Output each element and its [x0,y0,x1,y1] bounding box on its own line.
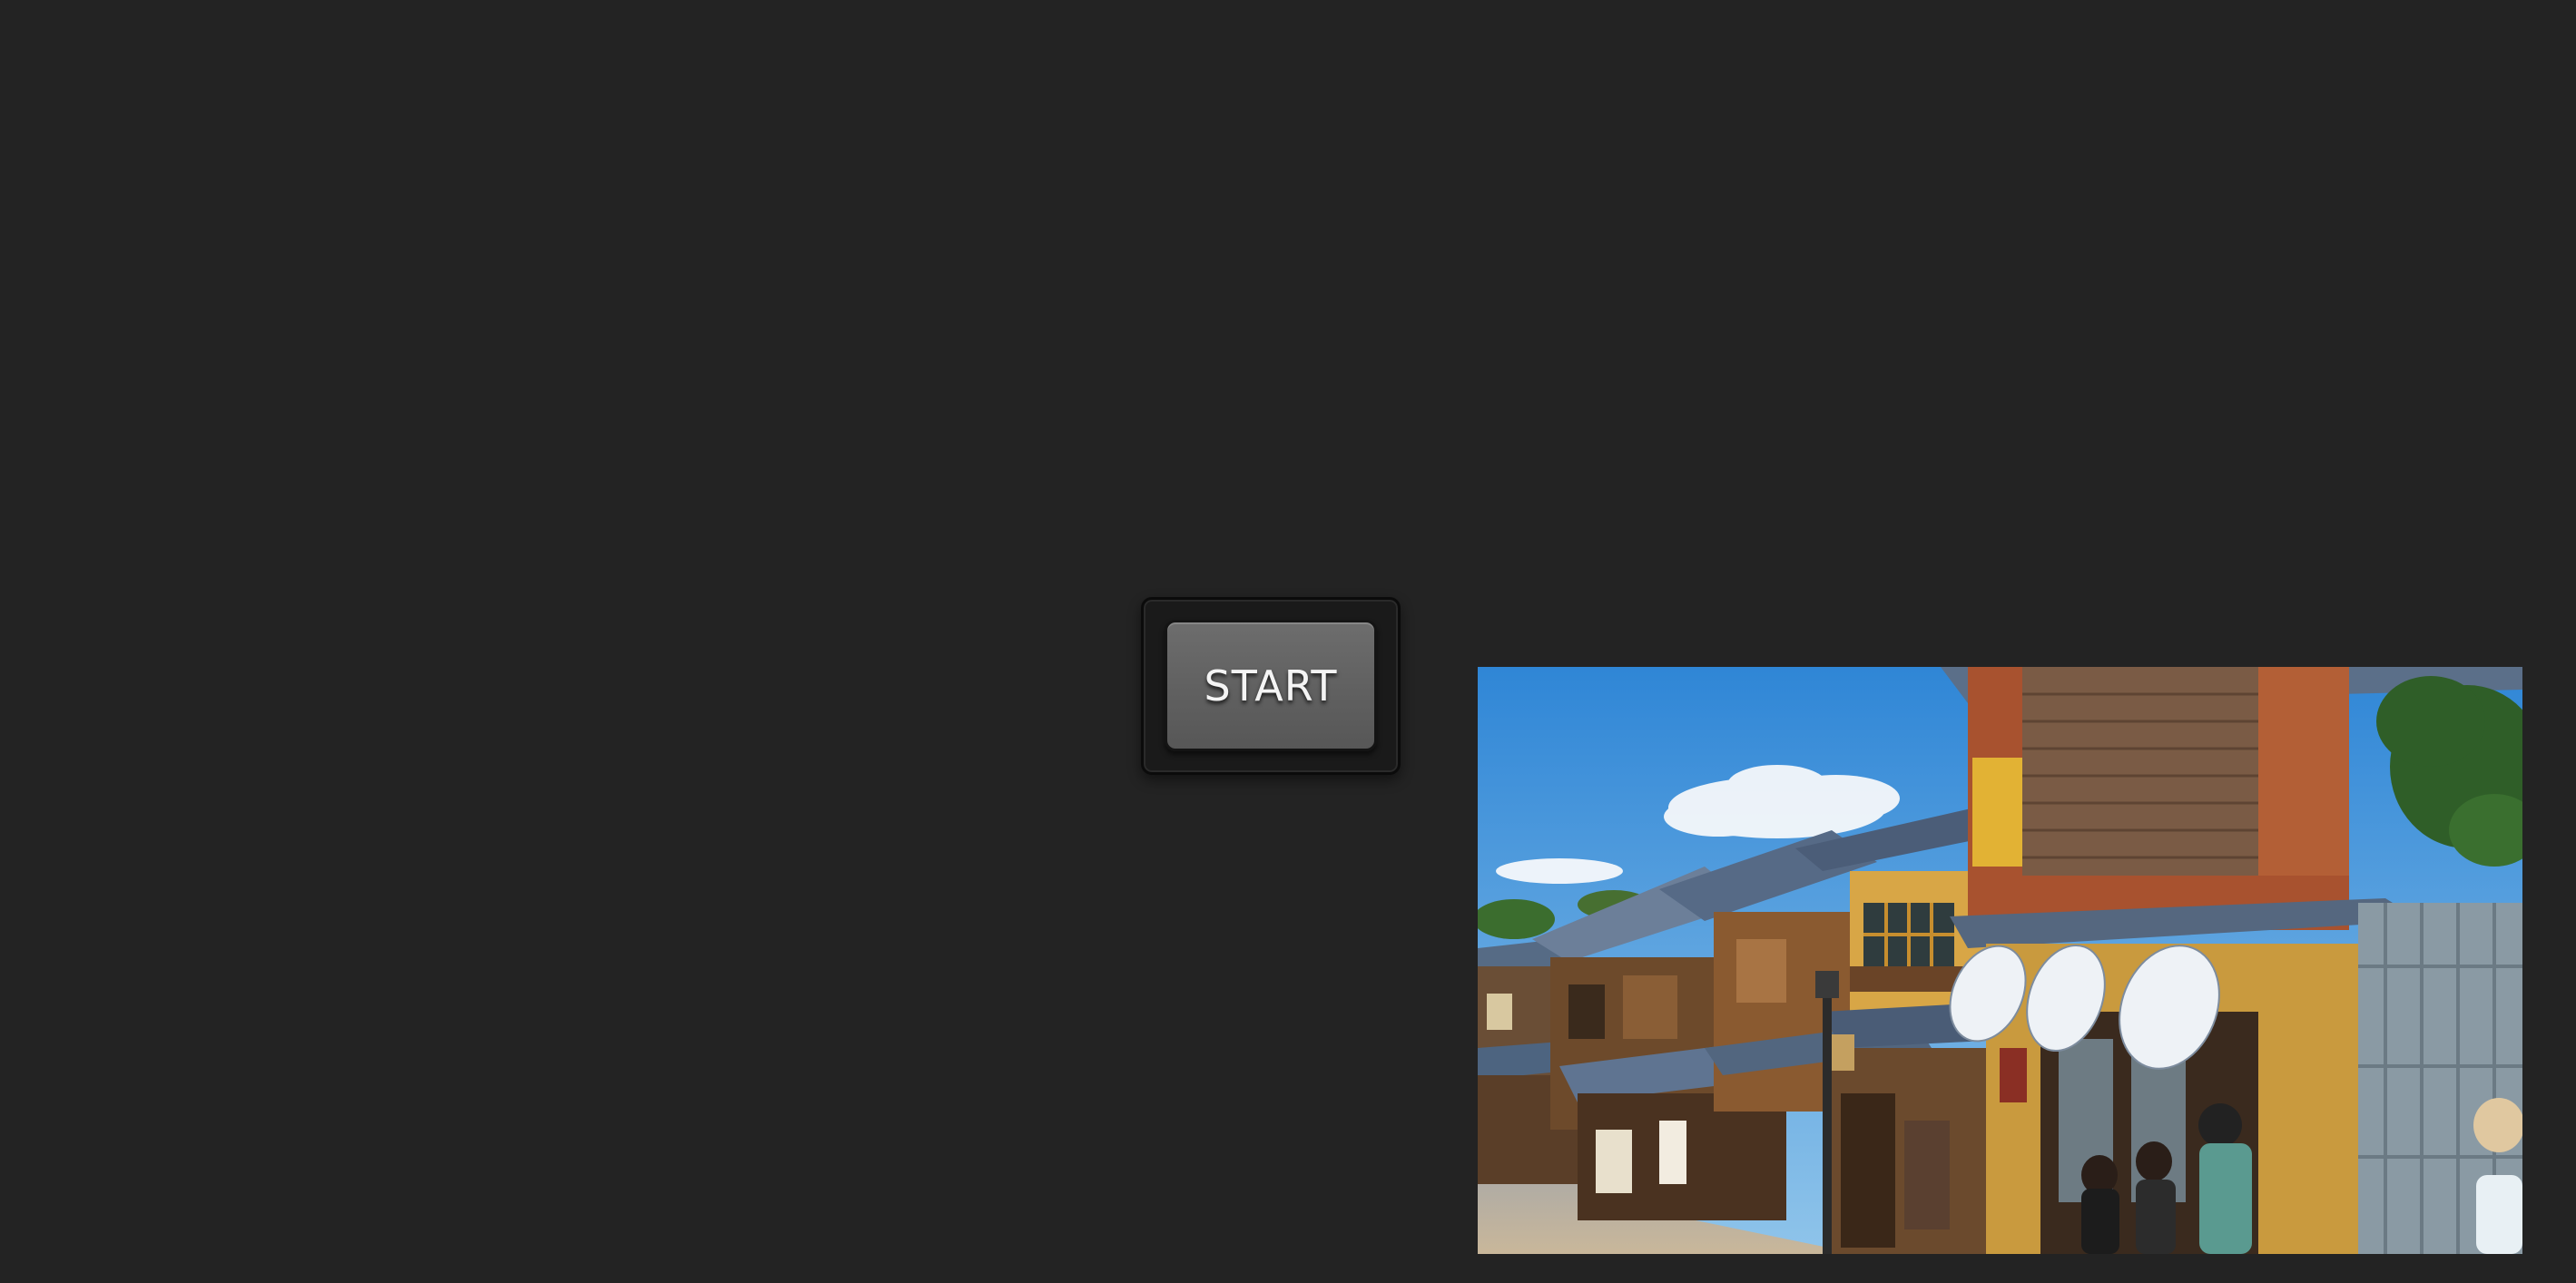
start-button[interactable]: START [1165,620,1377,751]
start-button-frame: START [1141,597,1401,775]
street-scene-image [1478,667,2522,1254]
app-canvas: START [0,0,2576,1283]
start-button-label: START [1204,661,1338,710]
